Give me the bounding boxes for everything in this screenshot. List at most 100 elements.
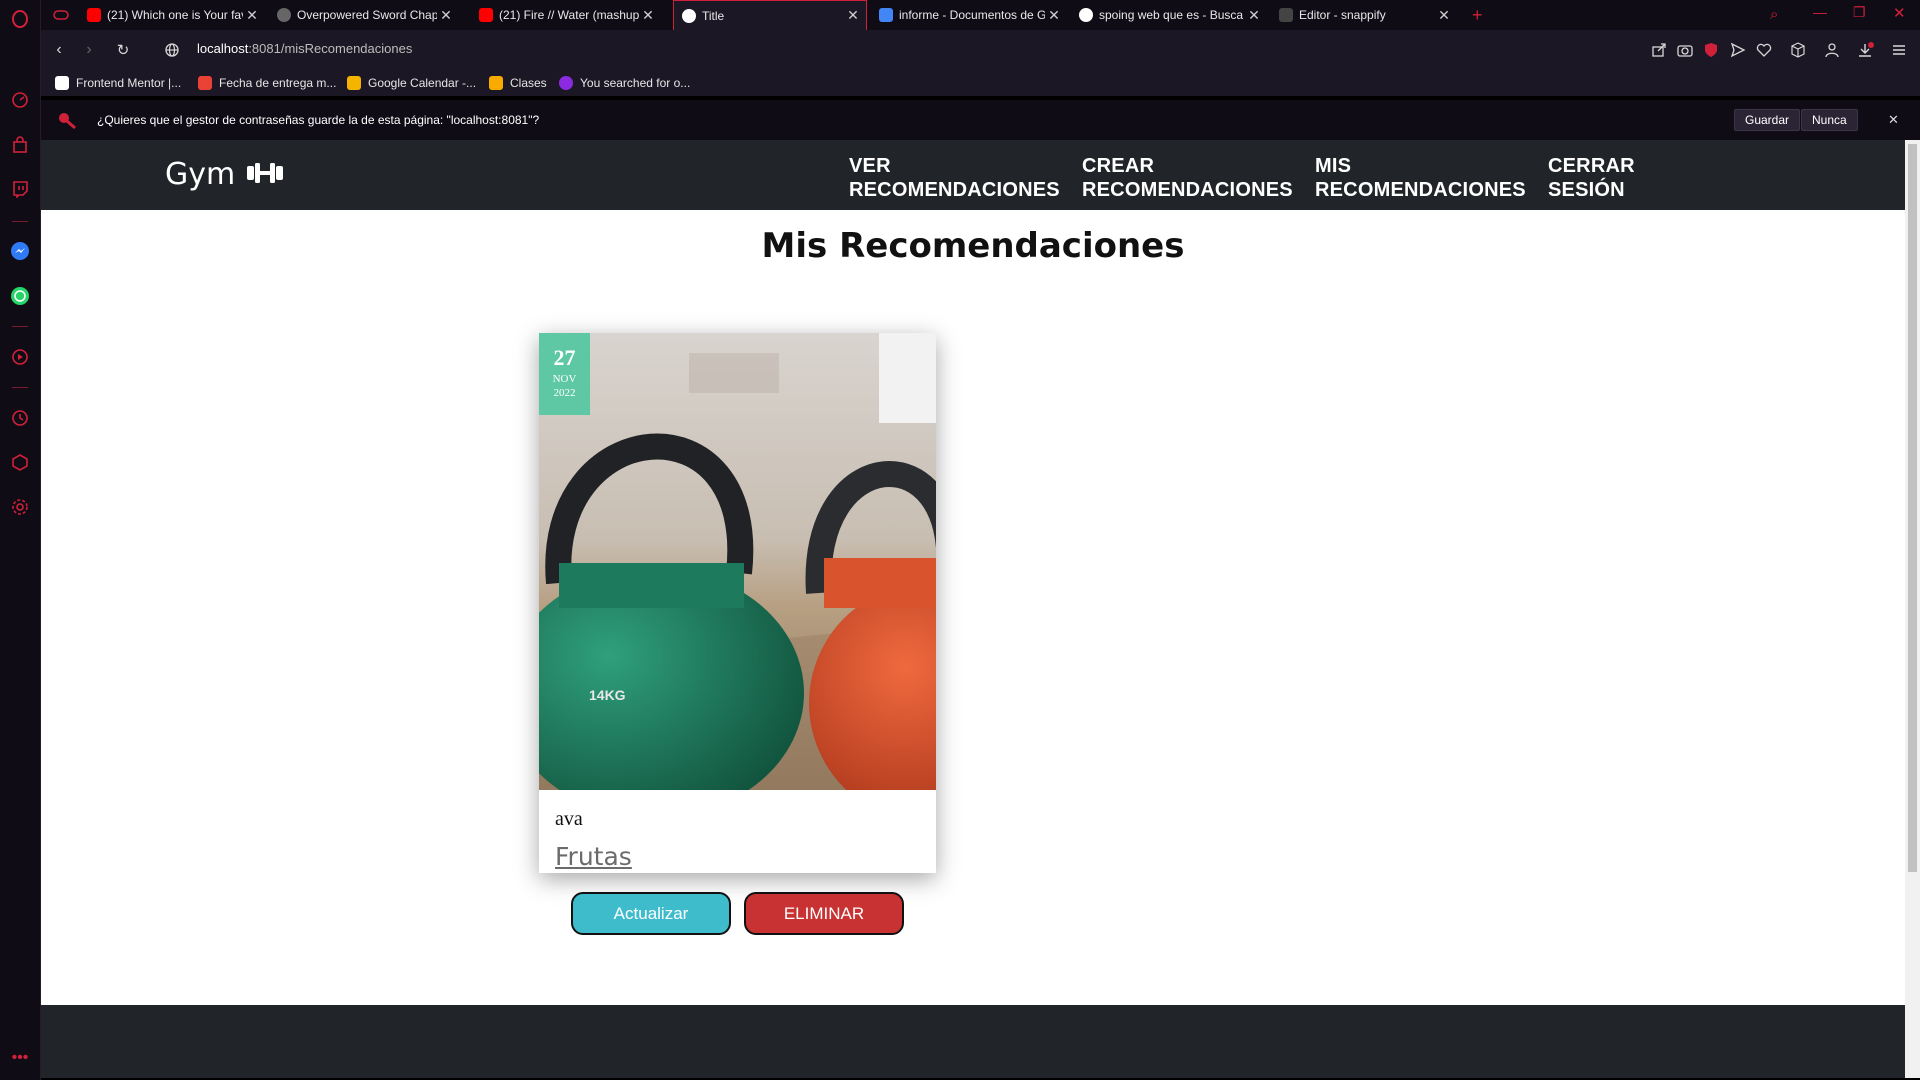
url-path: :8081/misRecomendaciones <box>248 41 413 56</box>
close-icon[interactable]: ✕ <box>1888 112 1899 128</box>
tab-title: (21) Which one is Your fav <box>107 8 243 22</box>
page-scrollbar[interactable] <box>1905 140 1920 1078</box>
extensions-icon[interactable] <box>9 451 31 473</box>
google-icon <box>1079 8 1093 22</box>
close-window-icon[interactable]: ✕ <box>1893 4 1906 22</box>
shopping-icon[interactable] <box>9 134 31 156</box>
nav-label-line1: MIS <box>1315 155 1352 177</box>
minimize-icon[interactable]: — <box>1813 4 1827 20</box>
close-icon[interactable]: ✕ <box>844 7 862 24</box>
bookmark-2[interactable]: Google Calendar -... <box>347 74 476 92</box>
whatsapp-icon[interactable] <box>9 285 31 307</box>
youtube-icon <box>479 8 493 22</box>
tab-title: informe - Documentos de G <box>899 8 1045 22</box>
url-field[interactable]: localhost:8081/misRecomendaciones <box>197 41 412 56</box>
page-viewport: Gym VER RECOMENDACIONES CREAR RECOMENDAC… <box>41 140 1905 1078</box>
date-year: 2022 <box>553 387 576 399</box>
downloads-icon[interactable] <box>1857 42 1875 60</box>
back-icon[interactable]: ‹ <box>49 40 69 60</box>
reload-icon[interactable]: ↻ <box>113 40 133 60</box>
tab-title: spoing web que es - Busca <box>1099 8 1244 22</box>
frontend-mentor-icon <box>55 76 69 90</box>
opera-logo-icon[interactable] <box>9 8 31 30</box>
delete-button[interactable]: ELIMINAR <box>744 892 904 935</box>
globe-icon <box>682 8 696 23</box>
share-icon[interactable] <box>1651 42 1669 60</box>
date-day: 27 <box>553 345 576 370</box>
bookmark-0[interactable]: Frontend Mentor |... <box>55 74 181 92</box>
snappify-icon <box>1279 8 1293 22</box>
twitch-icon[interactable] <box>9 178 31 200</box>
more-icon[interactable]: ••• <box>9 1047 31 1069</box>
heart-icon[interactable] <box>1756 42 1774 60</box>
site-footer <box>41 1005 1905 1078</box>
close-icon[interactable]: ✕ <box>1045 7 1063 24</box>
tab-5[interactable]: spoing web que es - Busca ✕ <box>1071 0 1267 30</box>
dumbbell-icon <box>245 157 285 192</box>
tab-game-icon[interactable] <box>45 0 75 30</box>
youtube-icon <box>87 8 101 22</box>
adblock-shield-icon[interactable] <box>1703 42 1721 60</box>
bookmarks-bar: Frontend Mentor |... Fecha de entrega m.… <box>41 70 1920 96</box>
player-icon[interactable] <box>9 346 31 368</box>
site-info-icon[interactable] <box>162 40 182 60</box>
docs-icon <box>879 8 893 22</box>
gamepad-icon <box>53 10 69 20</box>
save-password-button[interactable]: Guardar <box>1734 109 1801 131</box>
history-icon[interactable] <box>9 407 31 429</box>
tab-0[interactable]: (21) Which one is Your fav ✕ <box>79 0 265 30</box>
tab-title: Title <box>702 8 725 23</box>
restore-icon[interactable]: ❐ <box>1853 4 1866 21</box>
tab-title: Editor - snappify <box>1299 8 1386 22</box>
speed-dial-icon[interactable] <box>9 89 31 111</box>
new-tab-button[interactable]: + <box>1464 0 1494 30</box>
key-icon <box>57 110 79 135</box>
menu-icon[interactable] <box>1891 42 1909 60</box>
nav-cerrar-sesion[interactable]: CERRAR SESIÓN <box>1548 154 1668 202</box>
update-button[interactable]: Actualizar <box>571 892 731 935</box>
scrollbar-thumb[interactable] <box>1908 144 1917 872</box>
search-tabs-icon[interactable]: ⌕ <box>1770 6 1778 23</box>
send-icon[interactable] <box>1730 42 1748 60</box>
close-icon[interactable]: ✕ <box>639 7 657 24</box>
tab-2[interactable]: (21) Fire // Water (mashup) ✕ <box>471 0 661 30</box>
bookmark-label: Fecha de entrega m... <box>219 76 337 90</box>
close-icon[interactable]: ✕ <box>1245 7 1263 24</box>
close-icon[interactable]: ✕ <box>1435 7 1453 24</box>
snappify-icon <box>559 76 573 90</box>
card-category-link[interactable]: Frutas <box>555 842 632 871</box>
tab-6[interactable]: Editor - snappify ✕ <box>1271 0 1457 30</box>
camera-icon[interactable] <box>1677 42 1695 60</box>
account-icon[interactable] <box>1824 42 1842 60</box>
nav-label-line2: RECOMENDACIONES <box>1082 179 1293 201</box>
bookmark-4[interactable]: You searched for o... <box>559 74 690 92</box>
bookmark-label: Frontend Mentor |... <box>76 76 182 90</box>
never-save-button[interactable]: Nunca <box>1801 109 1858 131</box>
tab-title: Overpowered Sword Chapt <box>297 8 437 22</box>
tab-4[interactable]: informe - Documentos de G ✕ <box>871 0 1067 30</box>
cube-icon[interactable] <box>1790 42 1808 60</box>
settings-icon[interactable] <box>9 496 31 518</box>
bookmark-label: Google Calendar -... <box>368 76 477 90</box>
nav-ver-recomendaciones[interactable]: VER RECOMENDACIONES <box>849 154 1069 202</box>
bookmark-3[interactable]: Clases <box>489 74 547 92</box>
tab-1[interactable]: Overpowered Sword Chapt ✕ <box>269 0 459 30</box>
nav-label-line2: RECOMENDACIONES <box>1315 179 1526 201</box>
bookmark-1[interactable]: Fecha de entrega m... <box>198 74 336 92</box>
date-month: NOV <box>552 373 577 385</box>
kettlebell-weight-label: 14KG <box>589 687 626 703</box>
nav-label-line1: VER <box>849 155 891 177</box>
close-icon[interactable]: ✕ <box>437 7 455 24</box>
nav-mis-recomendaciones[interactable]: MIS RECOMENDACIONES <box>1315 154 1535 202</box>
bookmark-label: You searched for o... <box>580 76 691 90</box>
browser-sidebar: ••• <box>0 0 41 1080</box>
nav-label-line2: SESIÓN <box>1548 179 1625 201</box>
tab-3-active[interactable]: Title ✕ <box>673 0 867 30</box>
forward-icon[interactable]: › <box>79 40 99 60</box>
close-icon[interactable]: ✕ <box>243 7 261 24</box>
brand-logo[interactable]: Gym <box>165 157 285 192</box>
password-save-bar: ¿Quieres que el gestor de contraseñas gu… <box>41 100 1920 140</box>
messenger-icon[interactable] <box>9 240 31 262</box>
recommendation-card: 27 NOV 2022 14KG ava Frutas <box>539 333 936 873</box>
nav-crear-recomendaciones[interactable]: CREAR RECOMENDACIONES <box>1082 154 1302 202</box>
